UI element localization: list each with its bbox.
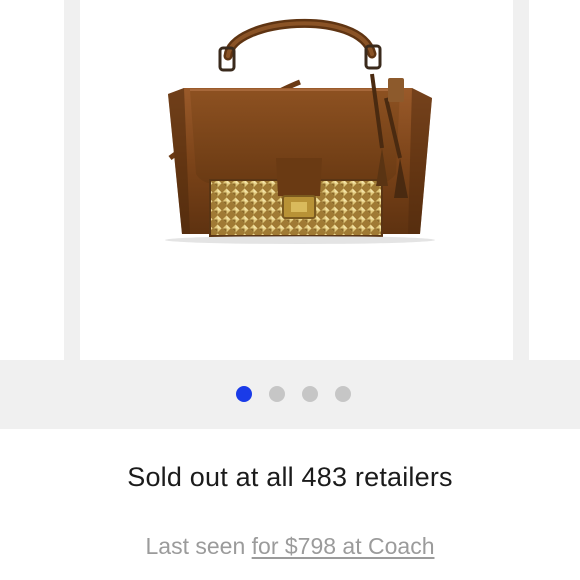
image-carousel[interactable] <box>0 0 580 429</box>
previous-slide-peek[interactable] <box>0 0 64 360</box>
last-seen-line: Last seen for $798 at Coach <box>0 533 580 560</box>
product-image <box>165 18 435 244</box>
product-screen: Sold out at all 483 retailers Last seen … <box>0 0 580 580</box>
pagination-dot-1[interactable] <box>235 386 252 402</box>
pagination-dot-2[interactable] <box>268 386 285 402</box>
sold-out-status: Sold out at all 483 retailers <box>127 462 453 492</box>
carousel-pagination <box>0 386 580 404</box>
next-slide-peek[interactable] <box>529 0 580 360</box>
last-seen-price-link[interactable]: for $798 at Coach <box>252 533 435 559</box>
last-seen-label: Last seen <box>145 533 246 559</box>
pagination-dot-4[interactable] <box>334 386 351 402</box>
current-slide[interactable] <box>80 0 513 360</box>
pagination-dot-3[interactable] <box>301 386 318 402</box>
